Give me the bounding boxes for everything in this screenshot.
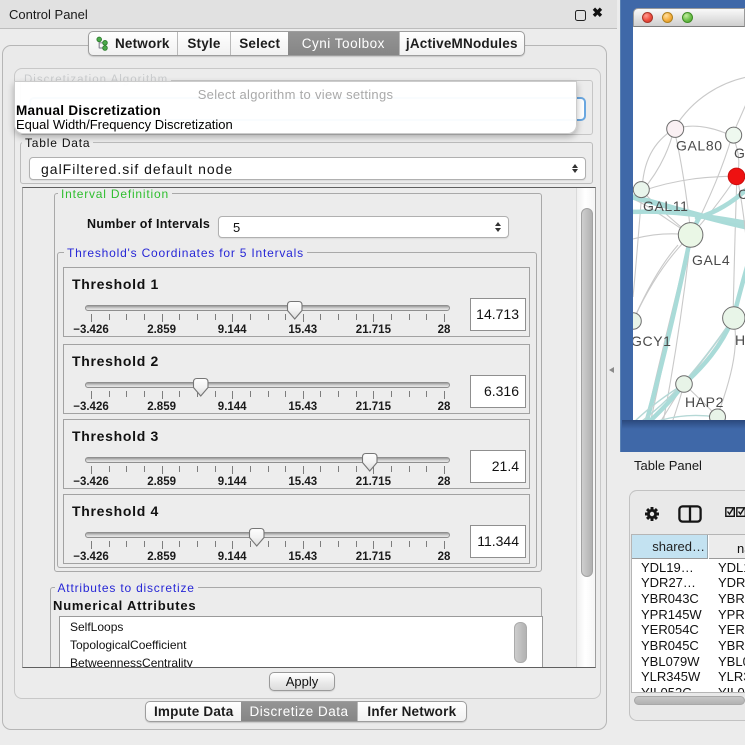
svg-text:GAL11: GAL11 <box>643 198 689 214</box>
svg-text:GAL4: GAL4 <box>692 252 730 268</box>
svg-text:GAL80: GAL80 <box>676 138 723 154</box>
svg-text:H: H <box>735 332 745 348</box>
svg-text:HAP2: HAP2 <box>685 394 724 410</box>
svg-text:GCY1: GCY1 <box>633 333 672 349</box>
svg-text:GA: GA <box>734 145 745 161</box>
svg-text:C: C <box>738 186 745 202</box>
